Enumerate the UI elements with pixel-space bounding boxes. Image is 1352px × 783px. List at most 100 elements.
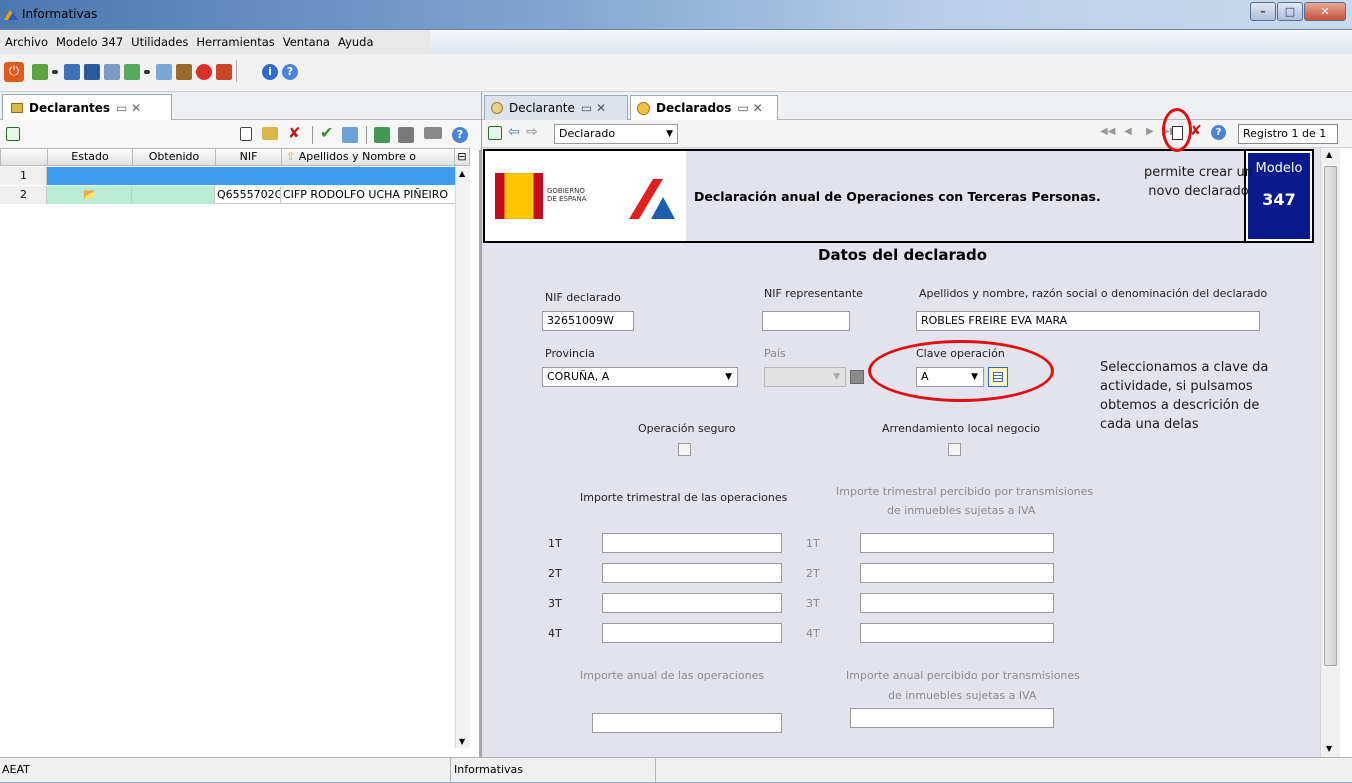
wrench-icon[interactable] [176, 64, 192, 80]
menu-modelo347[interactable]: Modelo 347 [56, 35, 123, 49]
declarados-panel: Declarante ▭ ✕ Declarados ▭ ✕ ⇦ ⇨ Declar… [482, 92, 1352, 757]
prev-record-icon[interactable]: ◀ [1124, 126, 1132, 137]
table-icon[interactable] [104, 64, 120, 80]
tab-declarados[interactable]: Declarados ▭ ✕ [630, 95, 778, 120]
export-icon[interactable] [124, 64, 140, 80]
scroll-down-icon[interactable]: ▼ [1326, 744, 1332, 753]
close-button[interactable]: ✕ [1304, 2, 1346, 21]
menu-archivo[interactable]: Archivo [5, 35, 48, 49]
importe-anual-input[interactable] [592, 713, 782, 733]
column-header-estado[interactable]: Estado [47, 148, 133, 166]
list-icon [11, 102, 23, 113]
forward-arrow-icon[interactable]: ⇨ [526, 124, 538, 140]
move-icon[interactable] [398, 127, 414, 143]
menu-ayuda[interactable]: Ayuda [338, 35, 374, 49]
gobierno-logo-box: GOBIERNO DE ESPAÑA [483, 149, 688, 243]
importe-3t-input[interactable] [602, 593, 782, 613]
validate-icon[interactable]: ✔ [320, 123, 336, 142]
nav-select-value: Declarado [559, 127, 616, 140]
user-icon [491, 102, 503, 114]
importe-4t-input[interactable] [602, 623, 782, 643]
importe-trimestral-label: Importe trimestral de las operaciones [580, 491, 788, 504]
scroll-thumb[interactable] [1324, 166, 1337, 666]
scroll-up-icon[interactable]: ▲ [1326, 150, 1332, 159]
provincia-select[interactable]: CORUÑA, A ▼ [542, 367, 738, 387]
table-row[interactable]: 1 [0, 167, 455, 185]
tab-close-icon[interactable]: ▭ ✕ [116, 101, 141, 115]
scroll-up-icon[interactable]: ▲ [459, 169, 465, 178]
tab-declarante[interactable]: Declarante ▭ ✕ [484, 95, 628, 120]
apellidos-input[interactable]: ROBLES FREIRE EVA MARA [916, 311, 1260, 331]
first-record-icon[interactable]: ◀◀ [1100, 126, 1115, 137]
title-bar: Informativas – □ ✕ [0, 0, 1352, 30]
help-icon[interactable]: ? [282, 64, 298, 80]
left-toolbar: ✘ ✔ ? [0, 120, 481, 150]
arrendamiento-label: Arrendamiento local negocio [882, 422, 1041, 435]
modelo-number: 347 [1262, 190, 1296, 209]
dropdown-arrow-icon[interactable] [144, 70, 150, 74]
power-icon[interactable]: ⏻ [4, 62, 24, 82]
importe-2t-input[interactable] [602, 563, 782, 583]
importe-anual-label: Importe anual de las operaciones [580, 669, 765, 682]
form-scrollbar[interactable]: ▲ ▼ [1320, 148, 1340, 757]
next-record-icon[interactable]: ▶ [1146, 126, 1154, 137]
column-header-obtenido[interactable]: Obtenido [132, 148, 216, 166]
column-header-nif[interactable]: NIF [215, 148, 282, 166]
tab-close-icon[interactable]: ▭ ✕ [581, 101, 606, 115]
quarter-4t-inmuebles-label: 4T [806, 627, 820, 640]
quarter-3t-label: 3T [548, 597, 562, 610]
importe-inmuebles-2t-input[interactable] [860, 563, 1054, 583]
collapse-icon[interactable] [424, 127, 442, 139]
import-icon[interactable] [374, 127, 390, 143]
info-icon[interactable]: i [262, 64, 278, 80]
nif-declarado-input[interactable]: 32651009W [542, 311, 634, 331]
tree-icon[interactable] [6, 127, 20, 141]
help-icon[interactable]: ? [1211, 125, 1226, 140]
dropdown-arrow-icon[interactable] [52, 70, 58, 74]
menu-herramientas[interactable]: Herramientas [196, 35, 274, 49]
stop-icon[interactable] [196, 64, 212, 80]
table-row[interactable]: 2 📂 Q6555702G CIFP RODOLFO UCHA PIÑEIRO [0, 186, 455, 204]
menu-utilidades[interactable]: Utilidades [131, 35, 188, 49]
help-icon[interactable]: ? [452, 127, 468, 143]
open-folder-icon[interactable] [262, 127, 278, 140]
column-header-nombre[interactable]: ⇧ Apellidos y Nombre o Razó... [281, 148, 455, 179]
nif-representante-input[interactable] [762, 311, 850, 331]
table-scrollbar[interactable]: ▲ ▼ [455, 167, 470, 748]
menu-bar: Archivo Modelo 347 Utilidades Herramient… [0, 30, 1352, 54]
tab-declarantes[interactable]: Declarantes ▭ ✕ [2, 94, 172, 120]
arrendamiento-checkbox[interactable] [948, 443, 961, 456]
tree-icon[interactable] [488, 126, 502, 140]
book-icon[interactable] [64, 64, 80, 80]
status-middle: Informativas [454, 763, 523, 776]
back-arrow-icon[interactable]: ⇦ [508, 124, 520, 140]
operacion-seguro-checkbox[interactable] [678, 443, 691, 456]
quarter-2t-inmuebles-label: 2T [806, 567, 820, 580]
importe-inmuebles-1t-input[interactable] [860, 533, 1054, 553]
new-button-highlight-oval [1162, 108, 1192, 152]
nif-representante-label: NIF representante [764, 287, 863, 300]
gobierno-label-2: DE ESPAÑA [547, 195, 587, 203]
search-icon[interactable] [342, 127, 358, 143]
maximize-button[interactable]: □ [1277, 2, 1303, 21]
importe-anual-inmuebles-input[interactable] [850, 708, 1054, 728]
column-chooser-icon[interactable]: ⊟ [454, 148, 470, 166]
nav-select[interactable]: Declarado ▼ [554, 124, 678, 144]
right-toolbar: ⇦ ⇨ Declarado ▼ ◀◀ ◀ ▶ ▶▶ ✘ ? Registro 1 … [482, 120, 1352, 148]
folder-open-icon[interactable]: 📂 [47, 186, 132, 204]
delete-icon[interactable]: ✘ [288, 124, 302, 142]
tools-icon[interactable] [216, 64, 232, 80]
new-document-icon[interactable] [240, 127, 252, 141]
importe-inmuebles-3t-input[interactable] [860, 593, 1054, 613]
scroll-down-icon[interactable]: ▼ [459, 737, 465, 746]
add-icon[interactable] [32, 64, 48, 80]
importe-1t-input[interactable] [602, 533, 782, 553]
menu-ventana[interactable]: Ventana [283, 35, 330, 49]
gobierno-label-1: GOBIERNO [547, 187, 585, 195]
grid-icon[interactable] [84, 64, 100, 80]
importe-inmuebles-4t-input[interactable] [860, 623, 1054, 643]
tab-close-icon[interactable]: ▭ ✕ [737, 101, 762, 115]
search-icon[interactable] [156, 64, 172, 80]
quarter-2t-label: 2T [548, 567, 562, 580]
minimize-button[interactable]: – [1250, 2, 1276, 21]
